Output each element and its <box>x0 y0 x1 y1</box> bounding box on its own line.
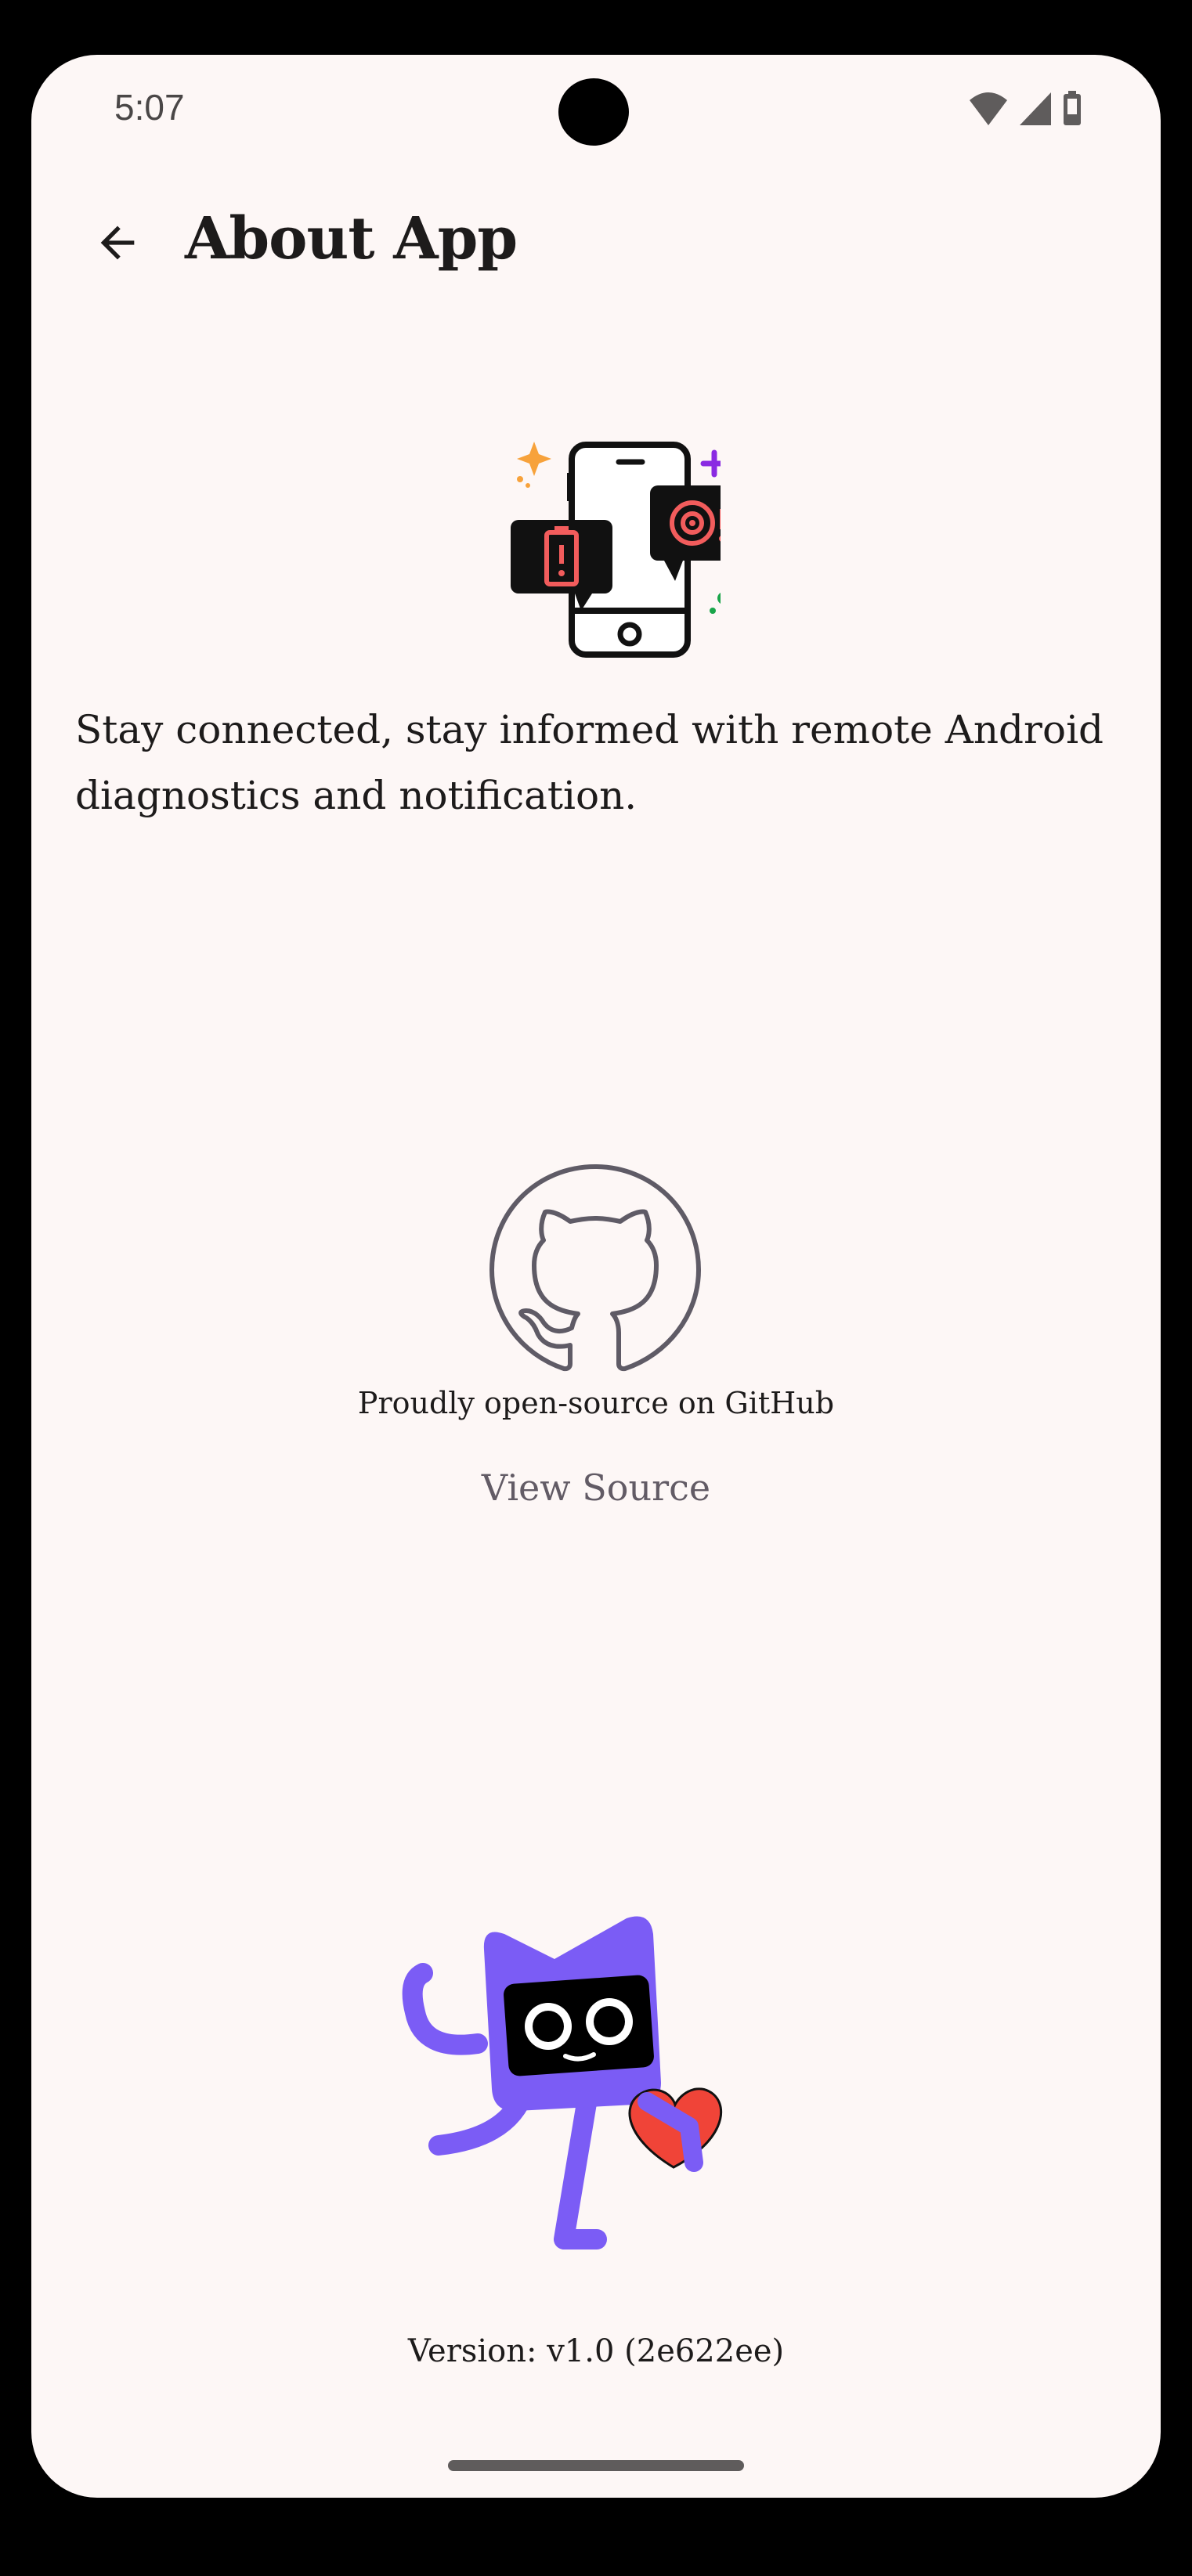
back-button[interactable] <box>78 204 157 282</box>
view-source-button[interactable]: View Source <box>439 1449 753 1527</box>
battery-icon <box>1064 91 1081 125</box>
app-description: Stay connected, stay informed with remot… <box>75 707 1104 818</box>
github-icon <box>489 1164 701 1372</box>
app-screen: 5:07 About App Stay connected, stay info… <box>31 55 1161 2498</box>
arrow-back-icon <box>100 225 135 260</box>
github-caption: Proudly open-source on GitHub <box>357 1386 835 1420</box>
camera-cutout <box>558 78 629 146</box>
page-title: About App <box>185 205 518 272</box>
status-time: 5:07 <box>114 87 185 128</box>
phone-notifications-illustration <box>511 442 721 658</box>
home-indicator[interactable] <box>448 2460 744 2471</box>
cellular-signal-icon <box>1020 92 1051 125</box>
cat-mascot-heart-illustration <box>402 1916 723 2249</box>
device-frame: 5:07 About App Stay connected, stay info… <box>0 0 1192 2576</box>
status-icons <box>968 91 1082 127</box>
app-version: Version: v1.0 (2e622ee) <box>407 2333 785 2369</box>
wifi-icon <box>970 92 1007 125</box>
